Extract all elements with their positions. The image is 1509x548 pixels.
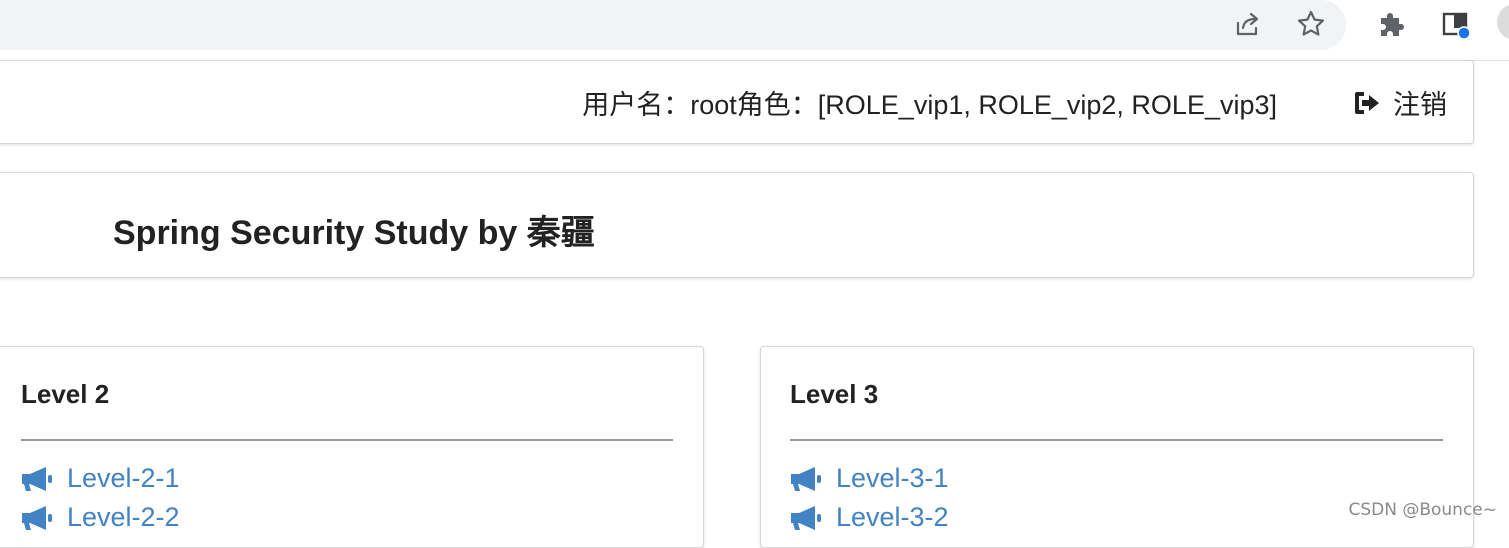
star-icon[interactable] [1291, 4, 1331, 44]
user-info: 用户名：root角色：[ROLE_vip1, ROLE_vip2, ROLE_v… [582, 90, 1277, 120]
link-label: Level-2-2 [67, 502, 180, 532]
browser-toolbar [0, 0, 1509, 61]
puzzle-icon[interactable] [1371, 4, 1411, 44]
sign-out-icon [1353, 90, 1381, 116]
level-2-1-link[interactable]: Level-2-1 [21, 463, 180, 494]
watermark: CSDN @Bounce~ [1348, 500, 1497, 520]
level-3-links: Level-3-1 Level-3-2 [790, 459, 949, 537]
bullhorn-icon [21, 505, 53, 531]
page-title: Spring Security Study by 秦疆 [113, 214, 595, 252]
level-2-2-link[interactable]: Level-2-2 [21, 502, 180, 533]
bullhorn-icon [790, 466, 822, 492]
bullhorn-icon [790, 505, 822, 531]
level-3-title: Level 3 [790, 379, 879, 409]
title-card: Spring Security Study by 秦疆 [0, 172, 1474, 278]
level-3-1-link[interactable]: Level-3-1 [790, 463, 949, 494]
list-item: Level-2-1 [21, 459, 180, 498]
level-3-divider [790, 439, 1443, 441]
side-panel-icon[interactable] [1435, 4, 1475, 44]
address-bar[interactable] [0, 0, 1346, 50]
logout-button[interactable]: 注销 [1353, 83, 1447, 122]
level-2-title: Level 2 [21, 379, 110, 409]
list-item: Level-3-1 [790, 459, 949, 498]
list-item: Level-2-2 [21, 498, 180, 537]
link-label: Level-3-2 [836, 502, 949, 532]
logout-label: 注销 [1393, 90, 1447, 120]
level-2-card: Level 2 Level-2-1 Level-2-2 [0, 346, 704, 548]
profile-avatar[interactable] [1497, 4, 1509, 40]
level-3-2-link[interactable]: Level-3-2 [790, 502, 949, 533]
share-icon[interactable] [1227, 4, 1267, 44]
bullhorn-icon [21, 466, 53, 492]
list-item: Level-3-2 [790, 498, 949, 537]
link-label: Level-2-1 [67, 463, 180, 493]
link-label: Level-3-1 [836, 463, 949, 493]
level-2-links: Level-2-1 Level-2-2 [21, 459, 180, 537]
level-2-divider [21, 439, 673, 441]
user-header: 用户名：root角色：[ROLE_vip1, ROLE_vip2, ROLE_v… [0, 60, 1474, 144]
